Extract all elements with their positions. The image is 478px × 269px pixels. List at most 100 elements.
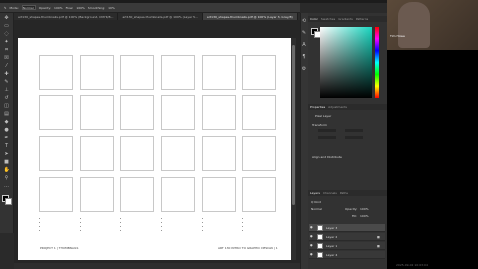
options-smoothing-value[interactable]: 10% (108, 6, 115, 10)
thumbnail-box (39, 136, 73, 171)
properties-panel-tabs: Properties Adjustments (308, 104, 387, 110)
tick-mark (39, 230, 40, 231)
align-section-title[interactable]: Align and Distribute (312, 155, 342, 159)
layer-opacity-value[interactable]: 100% (360, 207, 369, 211)
stamp-icon[interactable]: ⊥ (4, 87, 10, 93)
healing-icon[interactable]: ✚ (4, 71, 10, 77)
layer-row[interactable]: ● Layer 4 (309, 251, 385, 259)
tick-mark (161, 226, 162, 227)
tab-gradients[interactable]: Gradients (338, 17, 353, 21)
transform-x-field[interactable] (318, 136, 336, 139)
eye-icon[interactable]: ● (310, 235, 313, 238)
tab-swatches[interactable]: Swatches (321, 17, 335, 21)
wand-icon[interactable]: ✦ (4, 39, 10, 45)
eyedropper-icon[interactable]: ⁄ (4, 63, 10, 69)
tick-mark (242, 230, 243, 231)
options-flow-value[interactable]: 100% (76, 6, 85, 10)
glyphs-icon[interactable]: ⚙ (301, 66, 307, 72)
thumbnail-box (202, 136, 236, 171)
thumbnail-box (120, 136, 154, 171)
move-icon[interactable]: ✥ (4, 15, 10, 21)
document-tab-2[interactable]: art130_shapes-thumbnails.pdf @ 100% (Lay… (118, 13, 203, 20)
thumbnail-box (161, 177, 195, 212)
thumbnail-box (39, 95, 73, 130)
document-tab-1[interactable]: art130_shapes-thumbnails.pdf @ 100% (Bac… (14, 13, 119, 20)
pen-icon[interactable]: ✒ (4, 135, 10, 141)
layer-row[interactable]: ● Layer 2 ■ (309, 233, 385, 241)
tab-paths[interactable]: Paths (340, 191, 348, 195)
layer-thumbnail (317, 225, 323, 231)
character-icon[interactable]: A (301, 42, 307, 48)
options-brush-icon[interactable]: ✎ (4, 6, 7, 10)
eye-icon[interactable]: ● (310, 244, 313, 247)
hue-slider[interactable] (375, 27, 379, 98)
brush-icon[interactable]: ✎ (4, 79, 10, 85)
thumbnail-box (202, 95, 236, 130)
eraser-icon[interactable]: ◫ (4, 103, 10, 109)
blur-icon[interactable]: ◆ (4, 119, 10, 125)
marquee-icon[interactable]: ▭ (4, 23, 10, 29)
tick-mark (80, 222, 81, 223)
tick-mark (39, 226, 40, 227)
paragraph-icon[interactable]: ¶ (301, 54, 307, 60)
more-tools-icon[interactable]: … (4, 183, 10, 189)
color-picker-field[interactable] (320, 27, 372, 98)
thumbnail-box (120, 95, 154, 130)
layer-row[interactable]: ● Layer 3 (309, 224, 385, 232)
zoom-icon[interactable]: ⚲ (4, 175, 10, 181)
eye-icon[interactable]: ● (310, 253, 313, 256)
tick-mark (120, 226, 121, 227)
history-icon[interactable]: ⟲ (301, 18, 307, 24)
history-brush-icon[interactable]: ↺ (4, 95, 10, 101)
crop-icon[interactable]: ⌗ (4, 47, 10, 53)
options-mode-label: Mode: (9, 5, 19, 10)
tick-mark (80, 230, 81, 231)
background-color-swatch[interactable] (5, 198, 12, 205)
document-tab-3[interactable]: art130_shapes-thumbnails.pdf @ 100% (Lay… (202, 13, 298, 20)
tab-channels[interactable]: Channels (323, 191, 337, 195)
tab-patterns[interactable]: Patterns (356, 17, 368, 21)
layer-kind-filter[interactable]: Q Kind (311, 200, 321, 204)
thumbnail-box (242, 177, 276, 212)
thumbnail-box (120, 177, 154, 212)
lasso-icon[interactable]: ◌ (4, 31, 10, 37)
artboard-footer-left: PROJECT 1 | THUMBNAILS (40, 246, 79, 250)
transform-section-title[interactable]: Transform (312, 123, 327, 127)
layer-fill-value[interactable]: 100% (360, 214, 369, 218)
tick-mark (120, 218, 121, 219)
vertical-scrollbar-thumb[interactable] (292, 45, 295, 205)
layer-thumbnail (317, 243, 323, 249)
brush-settings-icon[interactable]: ✎ (301, 30, 307, 36)
shape-icon[interactable]: ■ (4, 159, 10, 165)
tick-mark (242, 226, 243, 227)
options-mode-select[interactable]: Normal (21, 5, 36, 10)
gradient-icon[interactable]: ▤ (4, 111, 10, 117)
tick-mark (202, 222, 203, 223)
transform-width-field[interactable] (318, 129, 336, 132)
tab-adjustments[interactable]: Adjustments (328, 105, 347, 109)
layer-row[interactable]: ● Layer 1 ■ (309, 242, 385, 250)
artboard-footer-right: ART 130 INTRO TO GRAPHIC DESIGN | 1 (218, 246, 278, 250)
blend-mode-select[interactable]: Normal (311, 207, 322, 211)
layer-name: Layer 4 (326, 253, 338, 257)
transform-height-field[interactable] (345, 129, 363, 132)
thumbnail-box (80, 177, 114, 212)
options-opacity-label: Opacity: (38, 5, 52, 10)
eye-icon[interactable]: ● (310, 226, 313, 229)
dodge-icon[interactable]: ● (4, 127, 10, 133)
tab-color[interactable]: Color (310, 17, 318, 21)
artboard[interactable] (18, 38, 292, 260)
path-select-icon[interactable]: ➤ (4, 151, 10, 157)
hand-icon[interactable]: ✋ (4, 167, 10, 173)
frame-icon[interactable]: ☒ (4, 55, 10, 61)
options-opacity-value[interactable]: 100% (54, 6, 63, 10)
transform-y-field[interactable] (345, 136, 363, 139)
color-panel-tabs: Color Swatches Gradients Patterns (308, 16, 387, 22)
thumbnail-box (80, 136, 114, 171)
thumbnail-box (202, 55, 236, 90)
tab-properties[interactable]: Properties (310, 105, 325, 109)
layer-fill-label: Fill: (352, 214, 358, 218)
layer-name: Layer 1 (326, 244, 338, 248)
tab-layers[interactable]: Layers (310, 191, 320, 195)
type-icon[interactable]: T (4, 143, 10, 149)
